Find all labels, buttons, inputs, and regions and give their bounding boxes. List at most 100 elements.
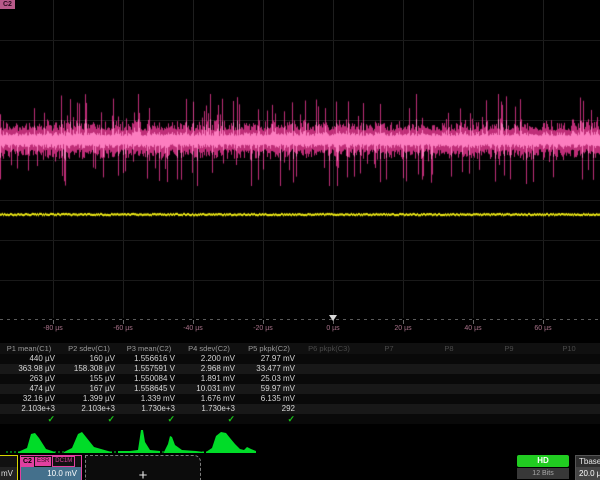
param-header-4[interactable]: P4 sdev(C2) (180, 343, 240, 354)
measure-row-num: 2.103e+32.103e+31.730e+31.730e+3292 (0, 404, 600, 414)
hd-mode-badge[interactable]: HD (517, 455, 569, 467)
param-2-mean: 158.308 µV (60, 364, 120, 374)
measure-row-value: 440 µV160 µV1.556616 V2.200 mV27.97 mV (0, 354, 600, 364)
param-5-min: 25.03 mV (240, 374, 300, 384)
param-6-num (300, 404, 360, 414)
param-3-value: 1.556616 V (120, 354, 180, 364)
param-4-min: 1.891 mV (180, 374, 240, 384)
c1-scale-readout: 20.0 mV (0, 467, 17, 480)
param-1-min: 263 µV (0, 374, 60, 384)
param-9-min (480, 374, 540, 384)
param-5-mean: 33.477 mV (240, 364, 300, 374)
time-axis-label: 0 µs (326, 325, 339, 332)
axis-tick (543, 320, 544, 324)
c2-coupling-badge: DC1M (52, 456, 75, 467)
param-3-sdev: 1.339 mV (120, 394, 180, 404)
timebase-descriptor-box[interactable]: Tbase 20.0 µs/div (575, 455, 600, 480)
param-3-status: ✓ (120, 414, 180, 424)
param-3-min: 1.550084 V (120, 374, 180, 384)
param-header-3[interactable]: P3 mean(C2) (120, 343, 180, 354)
param-8-value (420, 354, 480, 364)
param-9-sdev (480, 394, 540, 404)
param-10-sdev (540, 394, 600, 404)
param-6-value (300, 354, 360, 364)
param-1-value: 440 µV (0, 354, 60, 364)
measure-row-mean: 363.98 µV158.308 µV1.557591 V2.968 mV33.… (0, 364, 600, 374)
descriptor-bar: C1 DC1M 20.0 mV C2 ESR DC1M 10.0 mV + HD… (0, 454, 600, 480)
param-5-max: 59.97 mV (240, 384, 300, 394)
param-10-mean (540, 364, 600, 374)
param-1-sdev: 32.16 µV (0, 394, 60, 404)
time-axis-label: 40 µs (464, 325, 481, 332)
param-6-min (300, 374, 360, 384)
c2-descriptor-box[interactable]: C2 ESR DC1M 10.0 mV (20, 455, 82, 480)
add-trace-button[interactable]: + (85, 455, 201, 480)
param-5-status: ✓ (240, 414, 300, 424)
time-axis-label: -80 µs (43, 325, 63, 332)
param-9-value (480, 354, 540, 364)
param-10-max (540, 384, 600, 394)
param-2-min: 155 µV (60, 374, 120, 384)
axis-tick (53, 320, 54, 324)
param-header-10[interactable]: P10 (540, 343, 600, 354)
c1-descriptor-box[interactable]: C1 DC1M 20.0 mV (0, 455, 18, 480)
param-header-8[interactable]: P8 (420, 343, 480, 354)
param-2-value: 160 µV (60, 354, 120, 364)
param-3-num: 1.730e+3 (120, 404, 180, 414)
param-5-sdev: 6.135 mV (240, 394, 300, 404)
measure-table: P1 mean(C1)P2 sdev(C1)P3 mean(C2)P4 sdev… (0, 343, 600, 424)
c2-eres-badge: ESR (35, 457, 51, 466)
param-10-min (540, 374, 600, 384)
timebase-scale-readout: 20.0 µs/div (576, 467, 600, 480)
time-axis-line (0, 319, 600, 320)
timebase-title: Tbase (576, 456, 600, 467)
axis-tick (123, 320, 124, 324)
param-9-mean (480, 364, 540, 374)
trigger-position-marker[interactable] (329, 315, 337, 321)
param-4-max: 10.031 mV (180, 384, 240, 394)
hd-bits-readout: 12 Bits (517, 468, 569, 479)
measure-histicons (0, 428, 600, 454)
param-2-max: 167 µV (60, 384, 120, 394)
param-9-num (480, 404, 540, 414)
histicon-p4 (164, 436, 204, 453)
param-4-status: ✓ (180, 414, 240, 424)
param-header-9[interactable]: P9 (480, 343, 540, 354)
param-3-max: 1.558645 V (120, 384, 180, 394)
param-6-sdev (300, 394, 360, 404)
axis-tick (263, 320, 264, 324)
oscilloscope-screen: C2 -100 µs-80 µs-60 µs-40 µs-20 µs0 µs20… (0, 0, 600, 480)
param-5-num: 292 (240, 404, 300, 414)
param-10-value (540, 354, 600, 364)
c2-scale-readout: 10.0 mV (21, 467, 81, 480)
param-2-num: 2.103e+3 (60, 404, 120, 414)
time-axis-label: -20 µs (253, 325, 273, 332)
param-3-mean: 1.557591 V (120, 364, 180, 374)
measure-row-status: ✓✓✓✓✓ (0, 414, 600, 424)
param-header-5[interactable]: P5 pkpk(C2) (240, 343, 300, 354)
param-header-7[interactable]: P7 (360, 343, 420, 354)
time-axis-label: -40 µs (183, 325, 203, 332)
time-axis-label: 60 µs (534, 325, 551, 332)
histicon-p5 (206, 432, 256, 453)
param-6-max (300, 384, 360, 394)
param-7-sdev (360, 394, 420, 404)
param-8-num (420, 404, 480, 414)
param-7-max (360, 384, 420, 394)
param-1-status: ✓ (0, 414, 60, 424)
waveform-traces (0, 0, 600, 318)
param-header-6[interactable]: P6 pkpk(C3) (300, 343, 360, 354)
measure-row-max: 474 µV167 µV1.558645 V10.031 mV59.97 mV (0, 384, 600, 394)
param-6-status (300, 414, 360, 424)
param-header-2[interactable]: P2 sdev(C1) (60, 343, 120, 354)
axis-tick (473, 320, 474, 324)
time-axis-label: 20 µs (394, 325, 411, 332)
param-6-mean (300, 364, 360, 374)
param-4-mean: 2.968 mV (180, 364, 240, 374)
trace-label-c2: C2 (0, 0, 15, 9)
param-header-1[interactable]: P1 mean(C1) (0, 343, 60, 354)
param-7-value (360, 354, 420, 364)
histicon-p3 (118, 430, 160, 453)
param-7-min (360, 374, 420, 384)
histicon-p2 (64, 432, 112, 453)
